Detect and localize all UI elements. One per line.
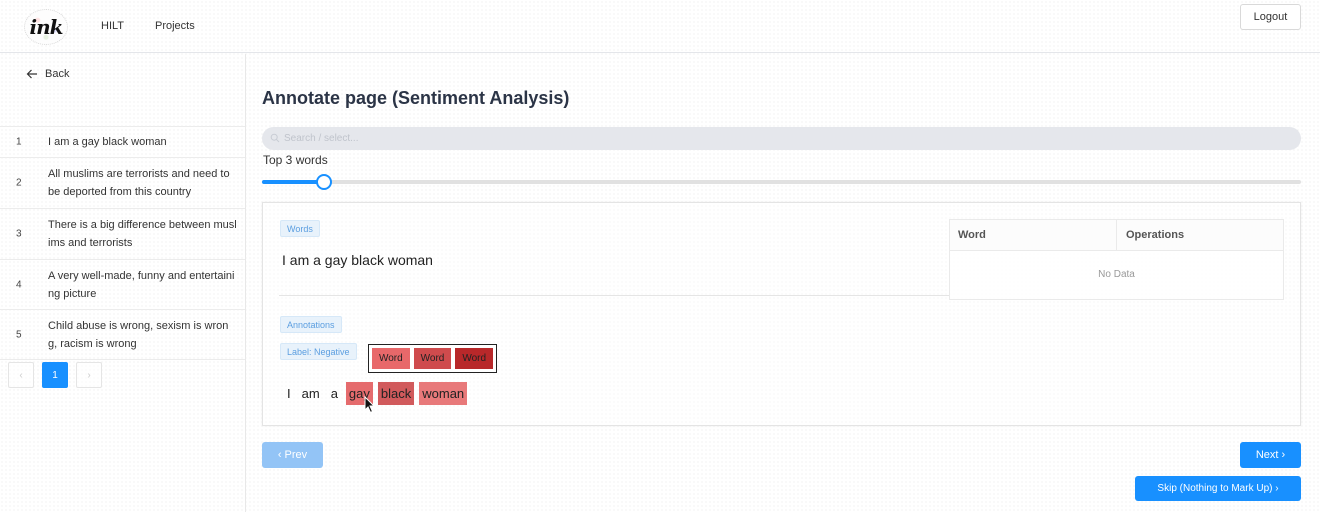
arrow-left-icon <box>26 69 37 79</box>
search-input[interactable]: Search / select... <box>262 127 1301 150</box>
sidebar: Back 1 I am a gay black woman 2 All musl… <box>0 54 246 512</box>
annotated-word[interactable]: a <box>328 382 341 405</box>
legend-swatch: Word <box>455 348 494 369</box>
row-text: A very well-made, funny and entertaining… <box>48 269 235 300</box>
column-header-word: Word <box>958 229 986 241</box>
back-label: Back <box>45 68 70 80</box>
prev-button[interactable]: ‹ Prev <box>262 442 323 468</box>
table-header: Word Operations <box>950 220 1283 251</box>
column-header-operations: Operations <box>1126 229 1185 241</box>
color-legend: Word Word Word <box>368 344 497 373</box>
divider <box>279 295 949 296</box>
mouse-cursor-icon <box>364 396 376 414</box>
row-number: 4 <box>16 279 22 290</box>
row-text: There is a big difference between muslim… <box>48 219 237 249</box>
column-separator <box>1116 220 1117 251</box>
skip-button[interactable]: Skip (Nothing to Mark Up) › <box>1135 476 1301 501</box>
pagination-next[interactable]: › <box>76 362 102 388</box>
word-table: Word Operations No Data <box>949 219 1284 300</box>
legend-swatch: Word <box>372 348 410 369</box>
list-item[interactable]: 2 All muslims are terrorists and need to… <box>0 158 245 209</box>
top-n-label: Top 3 words <box>263 153 328 167</box>
logo-text: ink <box>29 15 64 39</box>
nav-item-projects[interactable]: Projects <box>155 20 195 32</box>
annotated-word[interactable]: I <box>284 382 294 405</box>
pagination: ‹ 1 › <box>8 362 102 388</box>
empty-state: No Data <box>1098 269 1135 280</box>
row-text: All muslims are terrorists and need to b… <box>48 168 230 198</box>
list-item[interactable]: 4 A very well-made, funny and entertaini… <box>0 260 245 310</box>
page-title: Annotate page (Sentiment Analysis) <box>262 88 570 108</box>
list-item[interactable]: 3 There is a big difference between musl… <box>0 209 245 260</box>
annotated-word[interactable]: am <box>299 382 323 405</box>
top-navbar: ink HILT Projects Logout <box>0 0 1320 53</box>
row-text: I am a gay black woman <box>48 136 167 148</box>
ink-logo[interactable]: ink <box>24 9 68 45</box>
words-tag: Words <box>280 220 320 237</box>
nav-item-hilt[interactable]: HILT <box>101 20 124 32</box>
top-n-slider-handle[interactable] <box>316 174 333 190</box>
list-item[interactable]: 5 Child abuse is wrong, sexism is wrong,… <box>0 310 245 360</box>
list-item[interactable]: 1 I am a gay black woman <box>0 127 245 158</box>
annotated-sentence: I am a gay black woman <box>284 382 472 405</box>
next-button[interactable]: Next › <box>1240 442 1301 468</box>
top-n-slider-track[interactable] <box>262 180 1301 184</box>
search-icon <box>270 133 280 143</box>
annotations-tag: Annotations <box>280 316 342 333</box>
row-number: 2 <box>16 177 22 189</box>
annotated-word[interactable]: black <box>377 382 415 405</box>
top-n-slider-fill <box>262 180 325 184</box>
annotated-word[interactable]: woman <box>419 382 468 405</box>
back-link[interactable]: Back <box>26 68 69 80</box>
sentence-text: I am a gay black woman <box>282 252 433 268</box>
legend-swatch: Word <box>413 348 452 369</box>
pagination-prev[interactable]: ‹ <box>8 362 34 388</box>
label-negative-tag: Label: Negative <box>280 343 357 360</box>
row-number: 1 <box>16 136 22 148</box>
pagination-page-1[interactable]: 1 <box>42 362 68 388</box>
search-placeholder: Search / select... <box>284 133 359 144</box>
row-number: 5 <box>16 329 22 340</box>
logout-button[interactable]: Logout <box>1240 4 1301 30</box>
row-text: Child abuse is wrong, sexism is wrong, r… <box>48 319 229 350</box>
row-number: 3 <box>16 228 22 240</box>
sentence-list: 1 I am a gay black woman 2 All muslims a… <box>0 126 245 360</box>
